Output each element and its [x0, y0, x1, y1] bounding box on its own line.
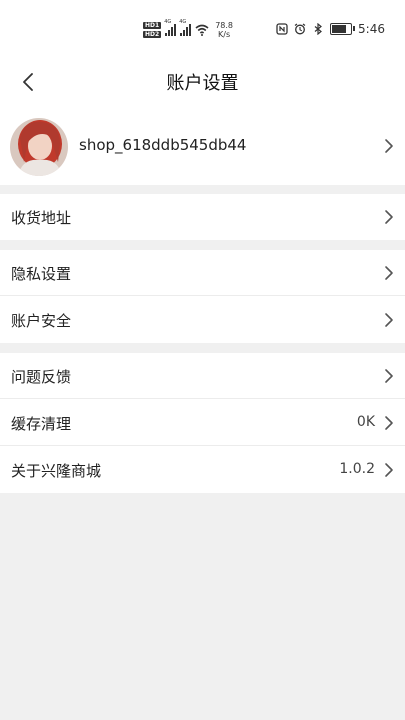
divider — [0, 398, 405, 399]
sim-indicators: HD1 HD2 — [143, 22, 162, 38]
chevron-right-icon — [385, 416, 393, 430]
chevron-right-icon — [385, 313, 393, 327]
wifi-icon — [195, 24, 209, 36]
avatar[interactable] — [10, 118, 68, 176]
username: shop_618ddb545db44 — [79, 136, 247, 154]
sim1-badge: HD1 — [143, 22, 162, 29]
menu-item-label: 关于兴隆商城 — [11, 462, 102, 480]
chevron-right-icon — [385, 463, 393, 477]
sim2-badge: HD2 — [143, 31, 162, 38]
avatar-photo — [10, 118, 68, 176]
status-right: 5:46 — [276, 22, 385, 36]
menu-item-address[interactable]: 收货地址 — [0, 194, 405, 240]
status-left: HD1 HD2 4G 4G 78.8 K/s — [143, 18, 233, 42]
menu-item-label: 账户安全 — [11, 312, 72, 330]
page-title: 账户设置 — [166, 73, 239, 94]
menu-item-label: 隐私设置 — [11, 265, 72, 283]
divider — [0, 295, 405, 296]
menu-item-cache[interactable]: 缓存清理 0K — [0, 400, 405, 446]
menu-item-label: 问题反馈 — [11, 368, 72, 386]
menu-group-misc: 问题反馈 缓存清理 0K 关于兴隆商城 1.0.2 — [0, 353, 405, 493]
status-bar: HD1 HD2 4G 4G 78.8 K/s 5:46 — [0, 0, 405, 58]
chevron-right-icon — [385, 139, 393, 153]
cell-signal-icon: 4G — [164, 19, 177, 36]
menu-item-privacy[interactable]: 隐私设置 — [0, 250, 405, 296]
chevron-right-icon — [385, 210, 393, 224]
menu-item-feedback[interactable]: 问题反馈 — [0, 353, 405, 399]
menu-item-label: 收货地址 — [11, 209, 72, 227]
menu-item-security[interactable]: 账户安全 — [0, 297, 405, 343]
nav-bar: 账户设置 — [0, 58, 405, 106]
menu-group-address: 收货地址 — [0, 194, 405, 240]
profile-row[interactable]: shop_618ddb545db44 — [0, 106, 405, 185]
net-speed: 78.8 K/s — [215, 21, 233, 39]
alarm-icon — [294, 23, 306, 35]
cell-signal-icon-2: 4G — [179, 19, 192, 36]
cache-size: 0K — [356, 414, 375, 430]
clock: 5:46 — [358, 22, 385, 36]
bluetooth-icon — [314, 23, 322, 35]
menu-item-about[interactable]: 关于兴隆商城 1.0.2 — [0, 447, 405, 493]
menu-group-account: 隐私设置 账户安全 — [0, 250, 405, 343]
divider — [0, 445, 405, 446]
nfc-icon — [276, 23, 288, 35]
chevron-right-icon — [385, 369, 393, 383]
battery-icon — [330, 23, 356, 35]
menu-item-label: 缓存清理 — [11, 415, 72, 433]
app-version: 1.0.2 — [339, 461, 375, 477]
chevron-right-icon — [385, 266, 393, 280]
